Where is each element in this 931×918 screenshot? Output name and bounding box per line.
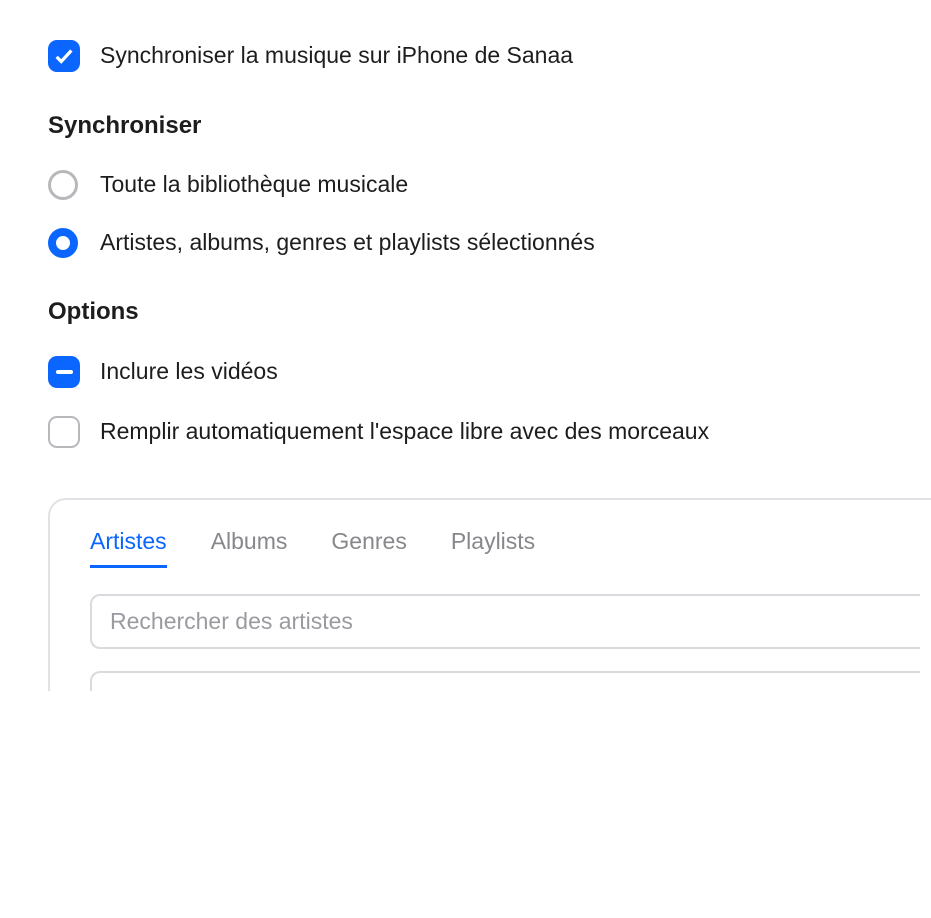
tab-artists[interactable]: Artistes	[90, 528, 167, 568]
search-input[interactable]	[90, 594, 920, 649]
selected-items-label: Artistes, albums, genres et playlists sé…	[100, 228, 595, 258]
autofill-label: Remplir automatiquement l'espace libre a…	[100, 417, 709, 447]
include-videos-label: Inclure les vidéos	[100, 357, 278, 387]
options-section-title: Options	[48, 298, 931, 326]
checkmark-icon	[53, 45, 75, 67]
artists-list[interactable]	[90, 671, 920, 691]
entire-library-label: Toute la bibliothèque musicale	[100, 170, 408, 200]
tab-genres[interactable]: Genres	[331, 528, 406, 568]
tabs: Artistes Albums Genres Playlists	[90, 528, 931, 568]
tab-albums[interactable]: Albums	[211, 528, 288, 568]
tab-playlists[interactable]: Playlists	[451, 528, 535, 568]
autofill-checkbox[interactable]	[48, 416, 80, 448]
sync-section-title: Synchroniser	[48, 112, 931, 140]
sync-music-checkbox[interactable]	[48, 40, 80, 72]
selection-panel: Artistes Albums Genres Playlists	[48, 498, 931, 691]
include-videos-checkbox[interactable]	[48, 356, 80, 388]
entire-library-radio[interactable]	[48, 170, 78, 200]
selected-items-radio[interactable]	[48, 228, 78, 258]
sync-music-label: Synchroniser la musique sur iPhone de Sa…	[100, 41, 573, 71]
